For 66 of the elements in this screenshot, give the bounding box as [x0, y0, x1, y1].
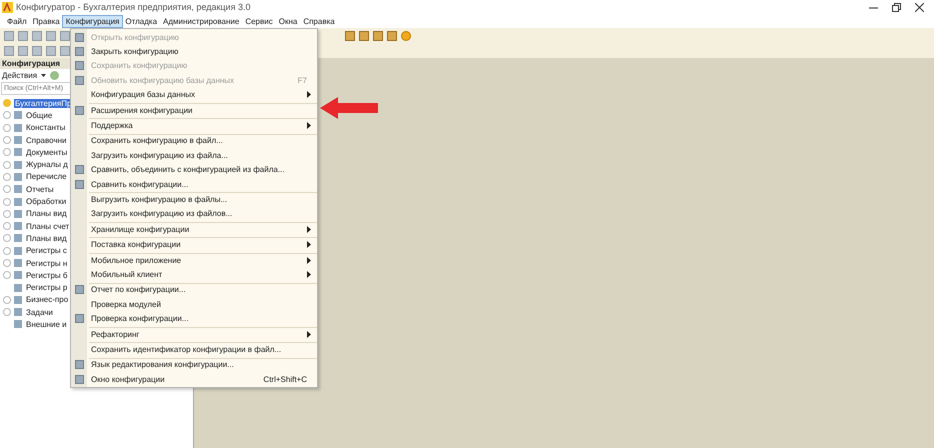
menu-item[interactable]: Справка — [300, 16, 338, 26]
menu-option[interactable]: Загрузить конфигурацию из файла... — [71, 148, 317, 163]
tree-item[interactable]: Планы вид — [25, 234, 68, 243]
submenu-arrow-icon — [307, 122, 311, 130]
menu-item[interactable]: Правка — [30, 16, 63, 26]
menu-icon — [74, 285, 84, 294]
menu-option[interactable]: Проверка модулей — [71, 297, 317, 312]
menu-option[interactable]: Выгрузить конфигурацию в файлы... — [71, 192, 317, 207]
menu-option[interactable]: Закрыть конфигурацию — [71, 44, 317, 59]
tree-item[interactable]: Регистры н — [25, 258, 68, 268]
tree-item[interactable]: Планы вид — [25, 209, 68, 218]
menu-option[interactable]: Поставка конфигурации — [71, 237, 317, 252]
menu-icon — [74, 314, 84, 324]
menu-item[interactable]: Файл — [4, 16, 30, 26]
window-title: Конфигуратор - Бухгалтерия предприятия, редакция 3.0 — [16, 2, 250, 12]
menu-option[interactable]: Сохранить идентификатор конфигурации в файл... — [71, 342, 317, 357]
menu-option[interactable]: Сохранить конфигурацию в файл... — [71, 134, 317, 148]
menu-option[interactable]: Мобильное приложение — [71, 252, 317, 268]
tree-item[interactable]: Общие — [25, 110, 54, 120]
menu-item[interactable]: Конфигурация — [62, 16, 122, 26]
menu-option[interactable]: Хранилище конфигурации — [71, 222, 317, 236]
menu-option[interactable]: Окно конфигурации Ctrl+Shift+C — [71, 372, 317, 386]
menu-option[interactable]: Расширения конфигурации — [71, 102, 317, 118]
tree-item[interactable]: Задачи — [25, 308, 54, 317]
submenu-arrow-icon — [307, 330, 311, 338]
menu-option[interactable]: Конфигурация базы данных — [71, 88, 317, 102]
maximize-icon[interactable] — [892, 2, 901, 12]
menu-item[interactable]: Сервис — [242, 16, 276, 26]
menu-option[interactable]: Отчет по конфигурации... — [71, 282, 317, 298]
menu-option[interactable]: Поддержка — [71, 118, 317, 133]
tree-item[interactable]: Внешние и — [25, 320, 68, 329]
tree-item[interactable]: Регистры б — [25, 270, 68, 280]
menu-option[interactable]: Рефакторинг — [71, 326, 317, 342]
close-icon[interactable] — [915, 2, 924, 12]
tree-item[interactable]: Документы — [25, 148, 68, 157]
tree-item[interactable]: Бизнес-про — [25, 295, 70, 304]
menu-item[interactable]: Отладка — [122, 16, 160, 26]
tree-item[interactable]: Регистры р — [25, 283, 68, 292]
tree-item[interactable]: Отчеты — [25, 184, 55, 194]
tree-item[interactable]: Справочни — [25, 136, 68, 145]
menu-option[interactable]: Мобильный клиент — [71, 267, 317, 282]
submenu-arrow-icon — [307, 91, 311, 98]
menu-icon — [74, 106, 84, 115]
tree-item[interactable]: Планы счет — [25, 222, 70, 231]
submenu-arrow-icon — [307, 226, 311, 233]
info-icon[interactable] — [401, 30, 411, 40]
menu-item[interactable]: Администрирование — [160, 16, 242, 26]
menu-option[interactable]: Загрузить конфигурацию из файлов... — [71, 206, 317, 222]
root-icon — [3, 99, 11, 108]
tree-item[interactable]: БухгалтерияПр — [14, 98, 72, 108]
actions-menu[interactable]: Действия — [2, 71, 38, 80]
tree-item[interactable]: Константы — [25, 123, 66, 132]
tree-item[interactable]: Регистры с — [25, 246, 68, 256]
app-logo-icon — [2, 2, 13, 12]
tree-item[interactable]: Журналы д — [25, 160, 69, 170]
tree-item[interactable]: Перечисле — [25, 172, 68, 182]
arrow-icon — [320, 97, 378, 119]
tree-item[interactable]: Обработки — [25, 197, 68, 206]
menu-option[interactable]: Проверка конфигурации... — [71, 311, 317, 326]
menu-item[interactable]: Окна — [276, 16, 300, 26]
add-icon[interactable] — [50, 71, 60, 80]
menu-option[interactable]: Сравнить, объединить с конфигурацией из файла... — [71, 162, 317, 177]
menu-option[interactable]: Язык редактирования конфигурации... — [71, 358, 317, 372]
submenu-arrow-icon — [307, 241, 311, 248]
menu-option[interactable]: Сравнить конфигурации... — [71, 176, 317, 192]
caret-icon[interactable] — [41, 74, 46, 77]
